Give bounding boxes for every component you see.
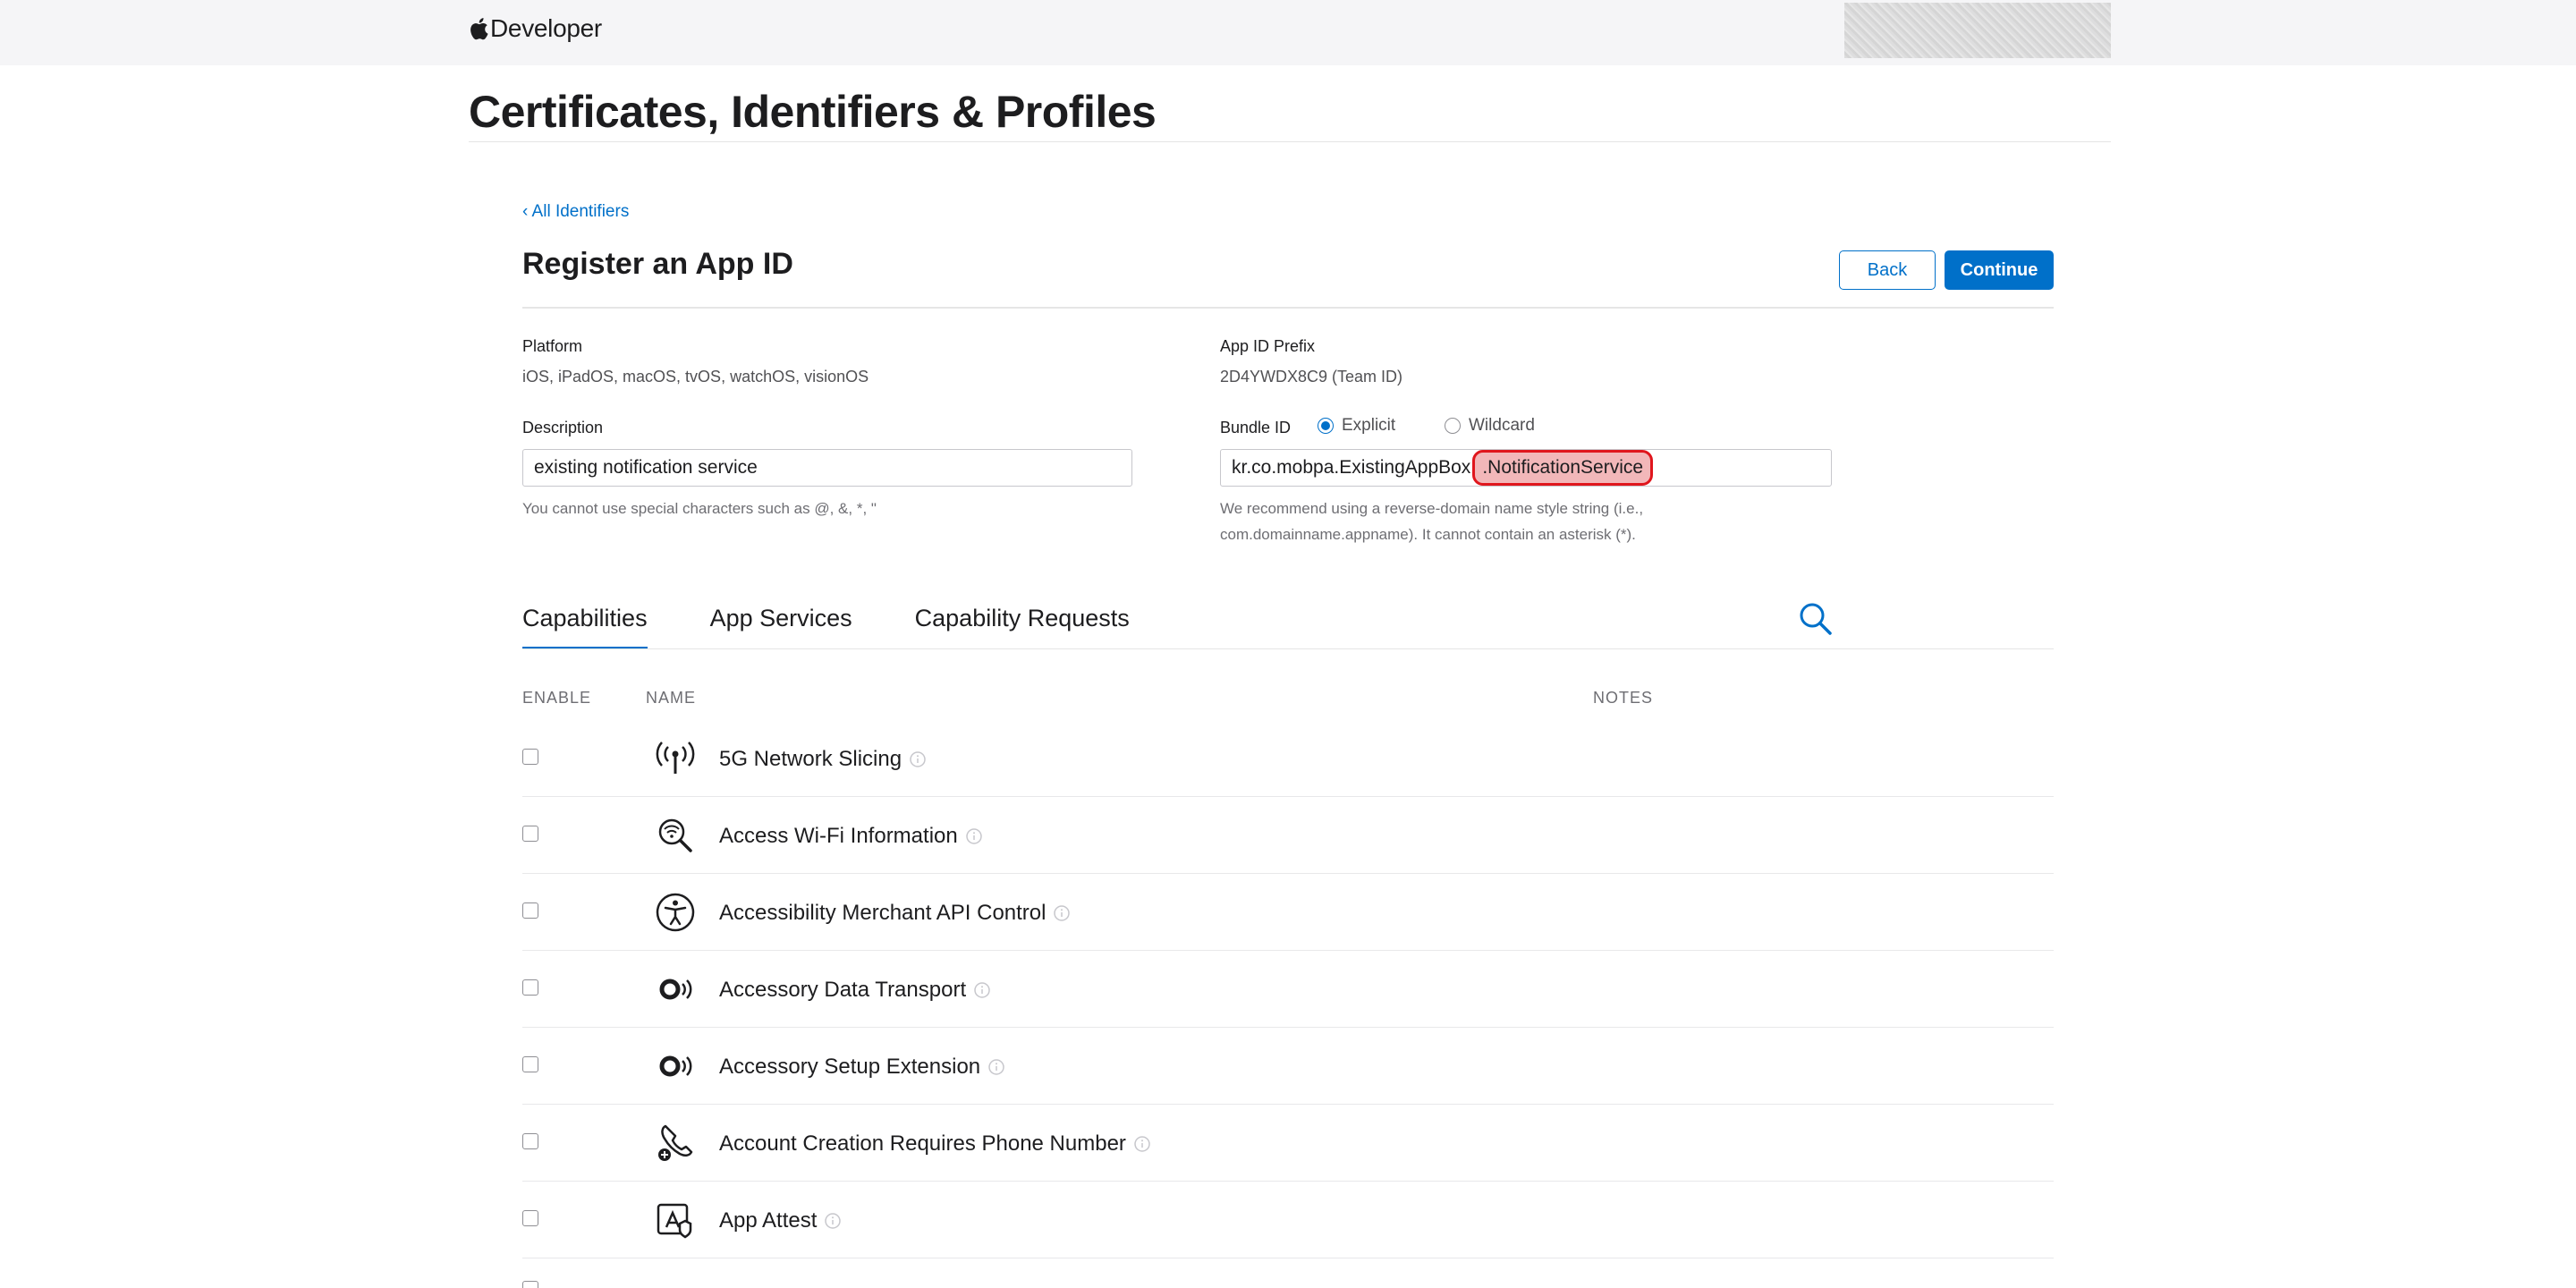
- capability-label: Accessory Data Transport: [719, 978, 967, 1002]
- column-header-enable: ENABLE: [522, 689, 592, 707]
- back-button[interactable]: Back: [1839, 250, 1936, 290]
- accessibility-icon: [656, 893, 695, 932]
- apple-logo-icon: [470, 18, 488, 40]
- enable-checkbox[interactable]: [522, 1056, 538, 1072]
- column-header-notes: NOTES: [1593, 689, 1654, 707]
- info-icon[interactable]: [909, 750, 927, 768]
- info-icon[interactable]: [1133, 1135, 1151, 1153]
- accessory-signal-icon: [659, 1055, 692, 1077]
- explicit-radio-label: Explicit: [1342, 416, 1396, 435]
- bundle-id-prefix-text: kr.co.mobpa.ExistingAppBox: [1232, 457, 1471, 478]
- tab-app-services[interactable]: App Services: [710, 601, 852, 649]
- capability-label: 5G Network Slicing: [719, 747, 902, 771]
- enable-checkbox[interactable]: [522, 826, 538, 842]
- app-attest-icon: [657, 1203, 692, 1239]
- capability-name: Account Creation Requires Phone Number: [719, 1131, 1151, 1157]
- wildcard-radio[interactable]: Wildcard: [1445, 416, 1535, 436]
- page-title: Certificates, Identifiers & Profiles: [469, 87, 1157, 137]
- wildcard-radio-label: Wildcard: [1469, 416, 1535, 435]
- tab-capability-requests[interactable]: Capability Requests: [915, 601, 1130, 649]
- radio-unselected-indicator: [1445, 418, 1461, 434]
- partial-row-icon: [655, 1276, 696, 1288]
- description-label: Description: [522, 419, 604, 436]
- bundle-id-helper-line2: com.domainname.appname). It cannot conta…: [1220, 526, 1636, 543]
- brand-text: Developer: [490, 14, 602, 42]
- capability-name: Accessibility Merchant API Control: [719, 901, 1071, 926]
- capability-name: 5G Network Slicing: [719, 747, 927, 772]
- divider: [469, 141, 2111, 142]
- app-id-prefix-label: App ID Prefix: [1220, 337, 1316, 355]
- table-row: 5G Network Slicing: [522, 720, 2054, 797]
- info-icon[interactable]: [987, 1058, 1005, 1076]
- capability-label: Accessory Setup Extension: [719, 1055, 981, 1079]
- info-icon[interactable]: [965, 827, 983, 845]
- enable-checkbox[interactable]: [522, 749, 538, 765]
- table-row: [522, 1258, 2054, 1288]
- capability-label: Accessibility Merchant API Control: [719, 901, 1046, 925]
- bundle-id-input[interactable]: kr.co.mobpa.ExistingAppBox .Notification…: [1220, 449, 1832, 487]
- capability-label: Access Wi-Fi Information: [719, 824, 958, 848]
- register-app-id-title: Register an App ID: [522, 247, 793, 281]
- info-icon[interactable]: [824, 1212, 842, 1230]
- explicit-radio[interactable]: Explicit: [1318, 416, 1395, 436]
- table-row: Accessory Data Transport: [522, 951, 2054, 1028]
- capability-label: App Attest: [719, 1208, 818, 1233]
- continue-button[interactable]: Continue: [1945, 250, 2054, 290]
- enable-checkbox[interactable]: [522, 979, 538, 996]
- capability-label: Account Creation Requires Phone Number: [719, 1131, 1126, 1156]
- platform-label: Platform: [522, 337, 583, 355]
- bundle-id-highlighted-suffix: .NotificationService: [1472, 450, 1654, 486]
- wifi-magnifier-icon: [658, 818, 692, 852]
- info-icon[interactable]: [1053, 904, 1071, 922]
- enable-checkbox[interactable]: [522, 1281, 538, 1288]
- capabilities-tabs: Capabilities App Services Capability Req…: [522, 601, 1130, 651]
- radio-selected-indicator: [1318, 418, 1334, 434]
- table-row: Access Wi-Fi Information: [522, 797, 2054, 874]
- global-nav: Developer: [0, 0, 2576, 65]
- capability-name: Accessory Setup Extension: [719, 1055, 1005, 1080]
- enable-checkbox[interactable]: [522, 1210, 538, 1226]
- bundle-id-label: Bundle ID: [1220, 419, 1292, 436]
- table-row: Accessibility Merchant API Control: [522, 874, 2054, 951]
- app-id-prefix-value: 2D4YWDX8C9 (Team ID): [1220, 368, 1403, 386]
- platform-value: iOS, iPadOS, macOS, tvOS, watchOS, visio…: [522, 368, 869, 386]
- all-identifiers-link[interactable]: ‹ All Identifiers: [522, 202, 629, 222]
- antenna-icon: [656, 741, 695, 774]
- description-input[interactable]: [522, 449, 1132, 487]
- bundle-id-helper-line1: We recommend using a reverse-domain name…: [1220, 500, 1644, 517]
- tab-capabilities[interactable]: Capabilities: [522, 601, 648, 649]
- info-icon[interactable]: [973, 981, 991, 999]
- enable-checkbox[interactable]: [522, 902, 538, 919]
- divider: [522, 307, 2054, 309]
- enable-checkbox[interactable]: [522, 1133, 538, 1149]
- table-row: Account Creation Requires Phone Number: [522, 1105, 2054, 1182]
- description-helper: You cannot use special characters such a…: [522, 500, 877, 517]
- capability-name: Accessory Data Transport: [719, 978, 991, 1003]
- divider: [522, 648, 2054, 649]
- developer-logo[interactable]: Developer: [469, 13, 602, 45]
- redacted-account-area: [1844, 3, 2111, 58]
- accessory-signal-icon: [659, 979, 692, 1000]
- search-icon[interactable]: [1796, 599, 1835, 639]
- phone-add-icon: [658, 1124, 693, 1161]
- table-row: App Attest: [522, 1182, 2054, 1258]
- table-row: Accessory Setup Extension: [522, 1028, 2054, 1105]
- capability-name: App Attest: [719, 1208, 842, 1233]
- capability-name: Access Wi-Fi Information: [719, 824, 983, 849]
- column-header-name: NAME: [646, 689, 697, 707]
